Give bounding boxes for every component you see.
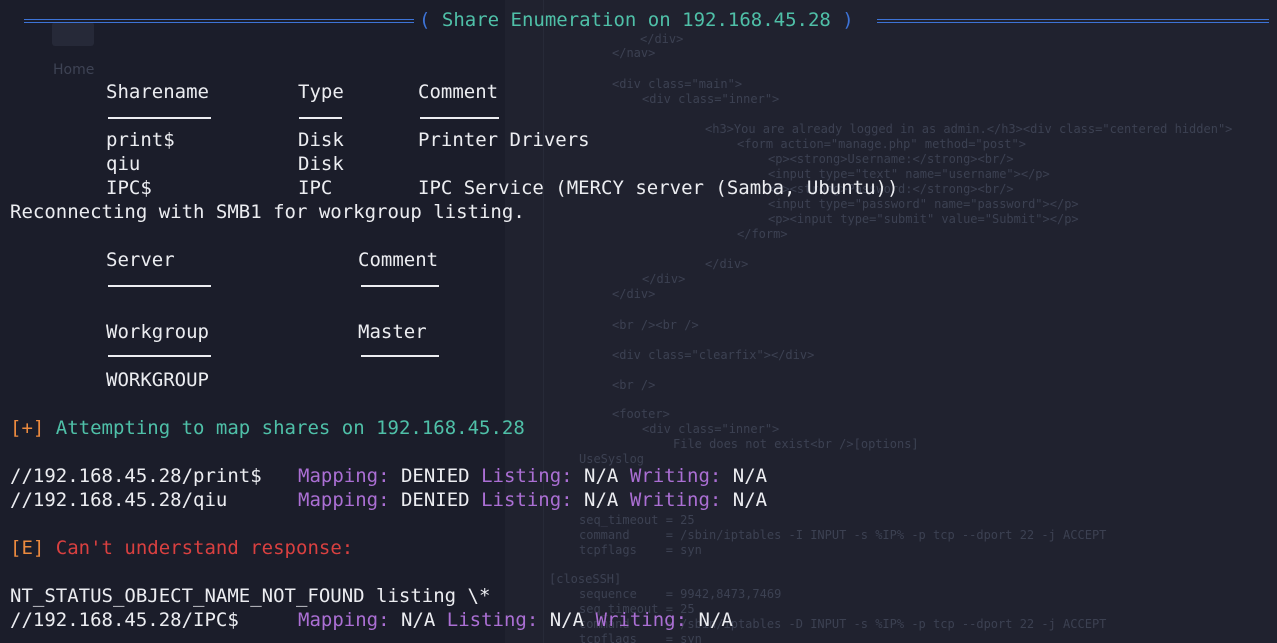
attempt-line: [+] Attempting to map shares on 192.168.… (10, 416, 525, 440)
mapping-result-row: Mapping: DENIED Listing: N/A Writing: N/… (298, 489, 768, 511)
section-title: ( Share Enumeration on 192.168.45.28 ) (419, 9, 854, 31)
header-underline (420, 117, 499, 119)
share-type: Disk (298, 153, 344, 175)
mapping-path: //192.168.45.28/qiu (10, 489, 228, 511)
col-header-type: Type (298, 81, 344, 103)
share-comment: Printer Drivers (418, 129, 590, 151)
header-underline (299, 117, 342, 119)
nt-status-line: NT_STATUS_OBJECT_NAME_NOT_FOUND listing … (10, 585, 491, 607)
share-name: qiu (106, 153, 141, 175)
header-underline (361, 285, 439, 287)
mapping-result-row: Mapping: DENIED Listing: N/A Writing: N/… (298, 465, 768, 487)
error-line: [E] Can't understand response: (10, 536, 353, 560)
workgroup-name: WORKGROUP (106, 369, 209, 391)
mapping-path: //192.168.45.28/IPC$ (10, 609, 239, 631)
terminal-output[interactable]: ( Share Enumeration on 192.168.45.28 ) S… (0, 0, 1277, 643)
header-underline (361, 355, 439, 357)
header-underline (108, 117, 211, 119)
col-header-sharename: Sharename (106, 81, 209, 103)
col-header-master: Master (358, 321, 427, 343)
col-header-workgroup: Workgroup (106, 321, 209, 343)
mapping-result-row: Mapping: N/A Listing: N/A Writing: N/A (298, 609, 733, 631)
title-rule-right (877, 19, 1269, 23)
share-name: IPC$ (106, 177, 152, 199)
share-comment: IPC Service (MERCY server (Samba, Ubuntu… (418, 177, 899, 199)
attempt-text: Attempting to map shares on 192.168.45.2… (55, 417, 525, 439)
col-header-server: Server (106, 249, 175, 271)
share-type: Disk (298, 129, 344, 151)
info-prefix: [+] (10, 417, 45, 439)
error-text: Can't understand response: (55, 537, 354, 559)
title-rule-left (24, 19, 414, 23)
col-header-server-comment: Comment (358, 249, 439, 271)
col-header-comment: Comment (418, 81, 499, 103)
header-underline (108, 355, 211, 357)
share-name: print$ (106, 129, 175, 151)
mapping-path: //192.168.45.28/print$ (10, 465, 262, 487)
reconnect-message: Reconnecting with SMB1 for workgroup lis… (10, 201, 525, 223)
share-type: IPC (298, 177, 333, 199)
error-prefix: [E] (10, 537, 45, 559)
header-underline (108, 285, 211, 287)
